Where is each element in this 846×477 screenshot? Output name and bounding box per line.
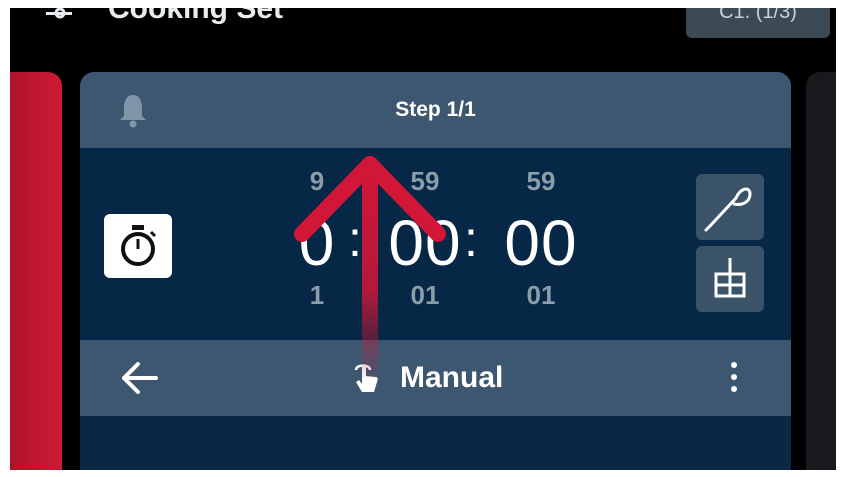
seconds-current[interactable]: 00 xyxy=(486,206,596,280)
seconds-prev[interactable]: 59 xyxy=(486,166,596,197)
previous-card[interactable] xyxy=(10,72,62,470)
seconds-next[interactable]: 01 xyxy=(486,280,596,311)
oven-screen: Cooking Set C1. (1/3) Step 1/1 9 0 1: 5… xyxy=(10,8,836,470)
steam-button[interactable] xyxy=(696,246,764,312)
time-separator: : xyxy=(464,211,478,267)
back-arrow-icon[interactable] xyxy=(120,362,160,394)
program-selector-button[interactable]: C1. (1/3) xyxy=(686,8,830,38)
probe-button[interactable] xyxy=(696,174,764,240)
swipe-up-arrow-icon xyxy=(294,156,446,378)
page-title: Cooking Set xyxy=(108,8,284,25)
stopwatch-icon[interactable] xyxy=(104,214,172,278)
settings-sliders-icon[interactable] xyxy=(46,8,72,24)
kebab-menu-icon[interactable] xyxy=(728,362,740,396)
card-footer xyxy=(80,416,791,470)
probe-icon xyxy=(704,187,752,232)
next-card[interactable] xyxy=(806,72,836,470)
steam-icon xyxy=(714,258,746,298)
